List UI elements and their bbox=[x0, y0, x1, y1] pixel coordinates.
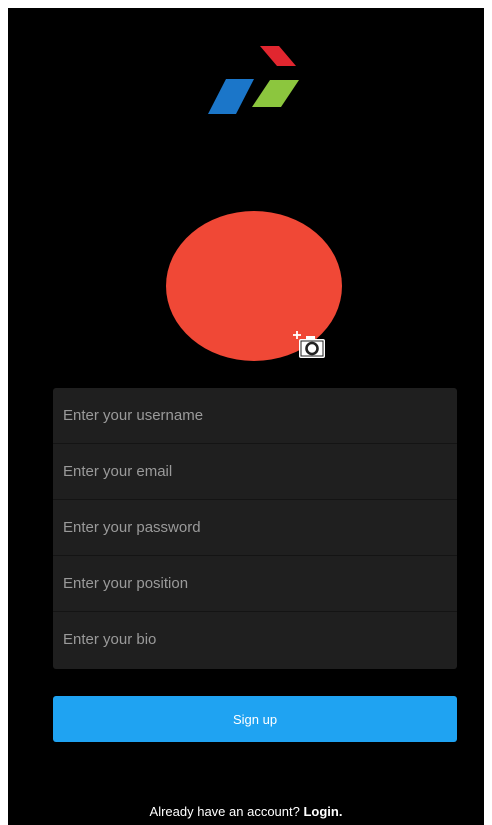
position-input[interactable] bbox=[53, 556, 457, 612]
brand-logo-icon bbox=[208, 46, 299, 114]
signup-form bbox=[53, 388, 457, 669]
password-input[interactable] bbox=[53, 500, 457, 556]
login-link[interactable]: Login. bbox=[303, 804, 342, 819]
bio-input[interactable] bbox=[53, 612, 457, 668]
add-photo-camera-icon[interactable] bbox=[292, 330, 328, 360]
login-prompt-text: Already have an account? bbox=[149, 804, 304, 819]
signup-button[interactable]: Sign up bbox=[53, 696, 457, 742]
login-prompt: Already have an account? Login. bbox=[8, 804, 484, 819]
username-input[interactable] bbox=[53, 388, 457, 444]
signup-screen: Sign up Already have an account? Login. bbox=[8, 8, 484, 825]
email-input[interactable] bbox=[53, 444, 457, 500]
